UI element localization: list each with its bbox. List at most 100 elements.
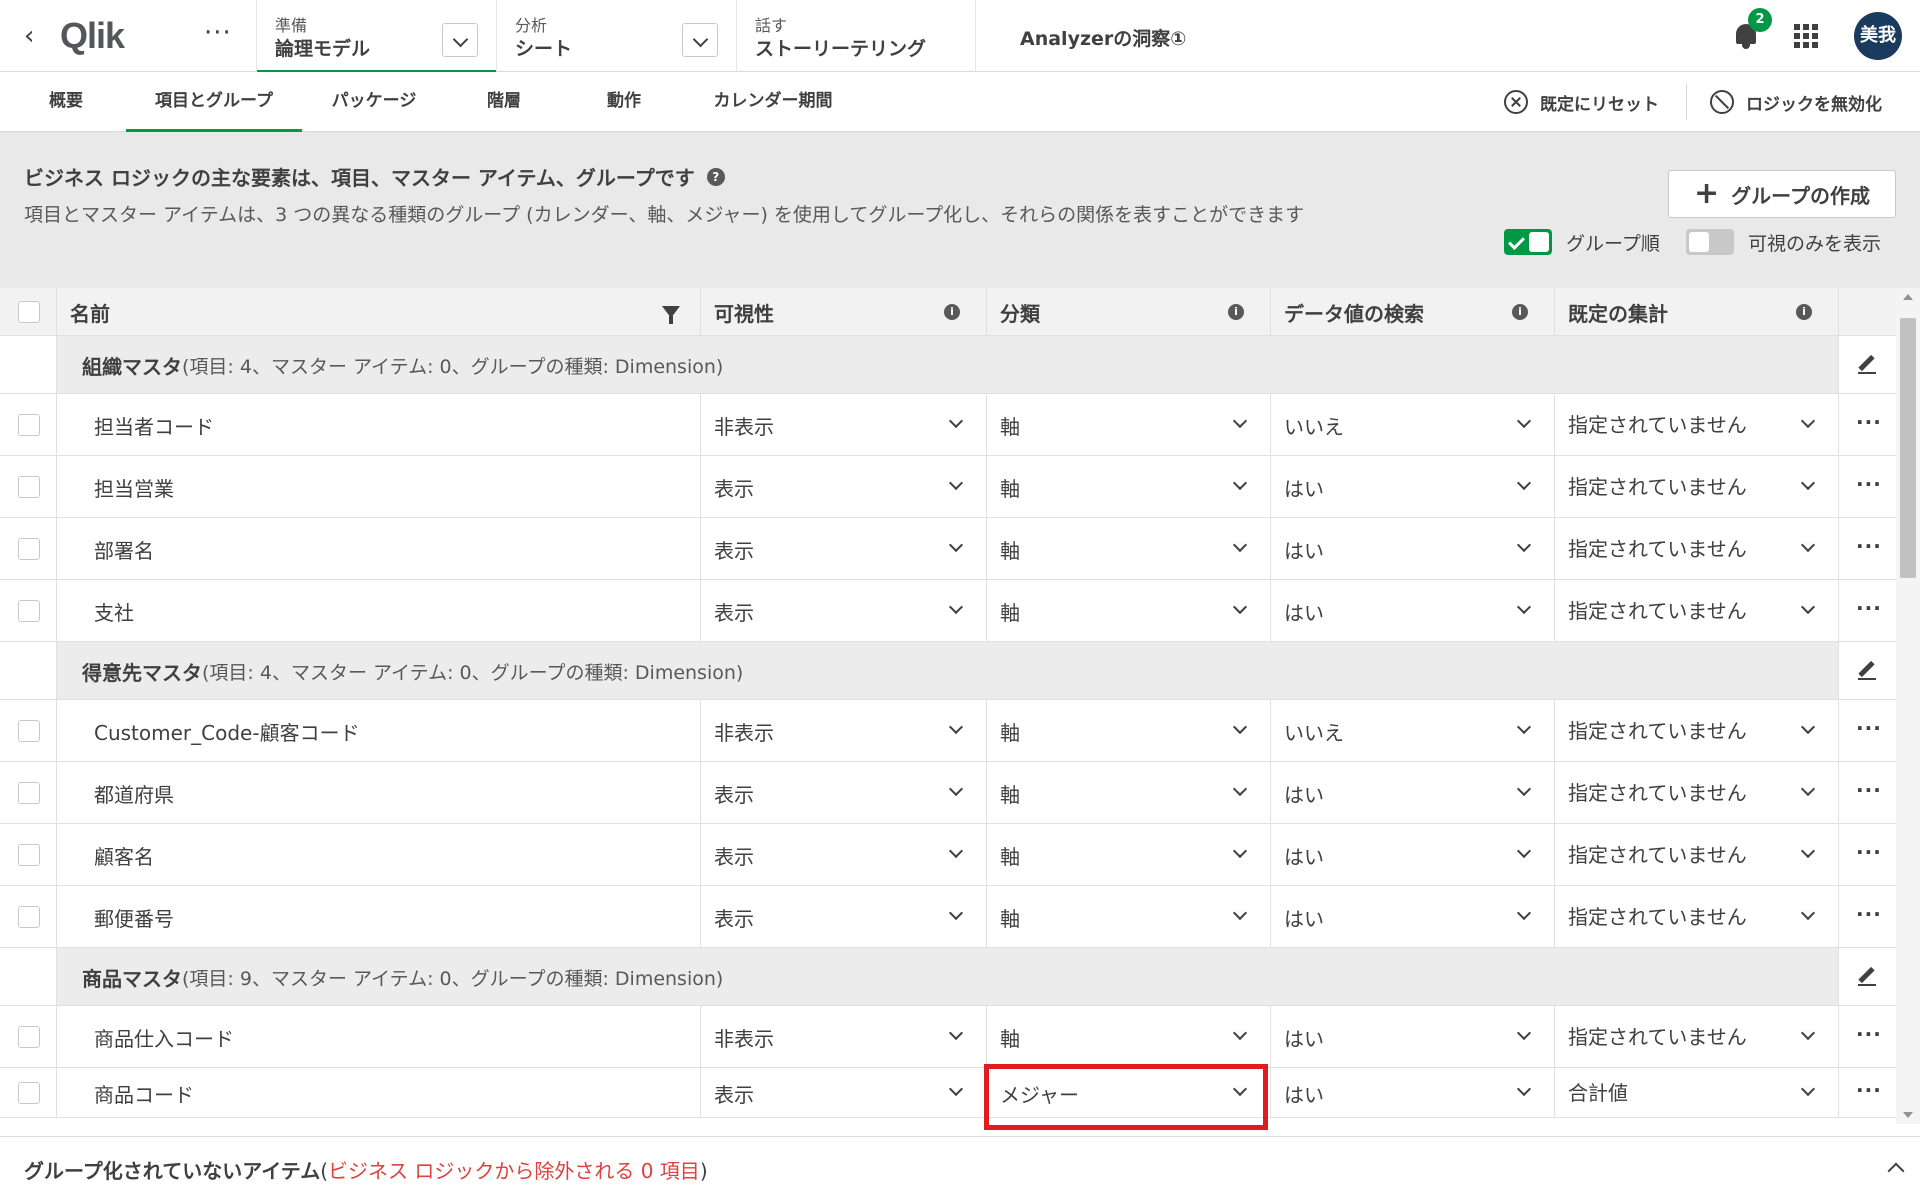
- apps-grid-icon[interactable]: [1794, 24, 1818, 48]
- aggregation-dropdown[interactable]: 指定されていません: [1568, 824, 1752, 886]
- visibility-dropdown[interactable]: 非表示: [714, 394, 986, 456]
- visibility-dropdown[interactable]: 非表示: [714, 700, 986, 762]
- aggregation-dropdown[interactable]: 指定されていません: [1568, 762, 1752, 824]
- chevron-down-icon[interactable]: [1800, 719, 1816, 735]
- search-dropdown[interactable]: はい: [1284, 1068, 1554, 1118]
- col-header-visibility[interactable]: 可視性: [714, 288, 774, 336]
- search-dropdown[interactable]: はい: [1284, 886, 1554, 948]
- tab-hierarchies[interactable]: 階層: [462, 72, 546, 132]
- col-header-aggregation[interactable]: 既定の集計: [1568, 288, 1668, 336]
- visibility-dropdown[interactable]: 非表示: [714, 1006, 986, 1068]
- scroll-down-arrow-icon[interactable]: [1903, 1112, 1913, 1118]
- category-dropdown[interactable]: 軸: [1000, 456, 1270, 518]
- info-icon[interactable]: i: [1796, 304, 1812, 320]
- visibility-dropdown[interactable]: 表示: [714, 886, 986, 948]
- visible-only-switch[interactable]: [1686, 229, 1734, 255]
- chevron-down-icon[interactable]: [1800, 1025, 1816, 1041]
- chevron-down-icon[interactable]: [1800, 905, 1816, 921]
- search-dropdown[interactable]: はい: [1284, 518, 1554, 580]
- row-checkbox[interactable]: [18, 844, 40, 866]
- search-dropdown[interactable]: はい: [1284, 1006, 1554, 1068]
- category-dropdown[interactable]: 軸: [1000, 824, 1270, 886]
- aggregation-dropdown[interactable]: 指定されていません: [1568, 886, 1752, 948]
- row-checkbox[interactable]: [18, 906, 40, 928]
- more-options-icon[interactable]: ···: [1856, 596, 1882, 620]
- back-arrow-icon[interactable]: ‹: [24, 22, 48, 50]
- info-icon[interactable]: i: [944, 304, 960, 320]
- more-options-icon[interactable]: ···: [1856, 472, 1882, 496]
- chevron-up-icon[interactable]: [1887, 1162, 1905, 1180]
- row-checkbox[interactable]: [18, 476, 40, 498]
- col-header-search[interactable]: データ値の検索: [1284, 288, 1424, 336]
- create-group-button[interactable]: + グループの作成: [1668, 170, 1896, 218]
- info-icon[interactable]: i: [1228, 304, 1244, 320]
- row-checkbox[interactable]: [18, 720, 40, 742]
- ungrouped-items-bar[interactable]: グループ化されていないアイテム(ビジネス ロジックから除外される 0 項目): [0, 1136, 1920, 1198]
- aggregation-dropdown[interactable]: 指定されていません: [1568, 518, 1752, 580]
- more-options-icon[interactable]: ···: [1856, 840, 1882, 864]
- group-order-toggle[interactable]: グループ順: [1504, 228, 1660, 256]
- edit-pencil-icon[interactable]: [1858, 968, 1876, 986]
- stage-dropdown-button[interactable]: [442, 23, 478, 57]
- search-dropdown[interactable]: はい: [1284, 762, 1554, 824]
- tab-fields-groups[interactable]: 項目とグループ: [126, 72, 302, 132]
- aggregation-dropdown[interactable]: 指定されていません: [1568, 394, 1752, 456]
- visibility-dropdown[interactable]: 表示: [714, 824, 986, 886]
- aggregation-dropdown[interactable]: 指定されていません: [1568, 1006, 1752, 1068]
- chevron-down-icon[interactable]: [1800, 475, 1816, 491]
- more-options-icon[interactable]: ···: [1856, 1078, 1882, 1102]
- category-dropdown[interactable]: 軸: [1000, 518, 1270, 580]
- row-checkbox[interactable]: [18, 538, 40, 560]
- row-checkbox[interactable]: [18, 782, 40, 804]
- chevron-down-icon[interactable]: [1800, 537, 1816, 553]
- scroll-thumb[interactable]: [1900, 318, 1916, 578]
- avatar[interactable]: 美我: [1854, 12, 1902, 60]
- more-options-icon[interactable]: ···: [1856, 778, 1882, 802]
- reset-to-default-button[interactable]: 既定にリセット: [1504, 88, 1659, 116]
- qlik-logo[interactable]: Qlik: [60, 14, 125, 58]
- chevron-down-icon[interactable]: [1800, 843, 1816, 859]
- category-dropdown[interactable]: 軸: [1000, 1006, 1270, 1068]
- tab-behaviors[interactable]: 動作: [582, 72, 666, 132]
- col-header-category[interactable]: 分類: [1000, 288, 1040, 336]
- select-all-checkbox[interactable]: [18, 301, 40, 323]
- search-dropdown[interactable]: いいえ: [1284, 394, 1554, 456]
- visibility-dropdown[interactable]: 表示: [714, 456, 986, 518]
- more-menu-icon[interactable]: ···: [204, 18, 232, 48]
- aggregation-dropdown[interactable]: 指定されていません: [1568, 580, 1752, 642]
- table-scrollbar[interactable]: [1896, 288, 1920, 1124]
- aggregation-dropdown[interactable]: 指定されていません: [1568, 700, 1752, 762]
- visibility-dropdown[interactable]: 表示: [714, 518, 986, 580]
- aggregation-dropdown[interactable]: 指定されていません: [1568, 456, 1752, 518]
- stage-narrate[interactable]: 話す ストーリーテリング: [736, 0, 976, 72]
- visibility-dropdown[interactable]: 表示: [714, 580, 986, 642]
- row-checkbox[interactable]: [18, 1026, 40, 1048]
- tab-calendar-periods[interactable]: カレンダー期間: [700, 72, 846, 132]
- disable-logic-button[interactable]: ロジックを無効化: [1710, 88, 1882, 116]
- scroll-up-arrow-icon[interactable]: [1903, 294, 1913, 300]
- stage-analyze[interactable]: 分析 シート: [496, 0, 736, 72]
- search-dropdown[interactable]: いいえ: [1284, 700, 1554, 762]
- category-dropdown[interactable]: 軸: [1000, 886, 1270, 948]
- category-dropdown[interactable]: 軸: [1000, 394, 1270, 456]
- search-dropdown[interactable]: はい: [1284, 824, 1554, 886]
- category-dropdown[interactable]: 軸: [1000, 762, 1270, 824]
- chevron-down-icon[interactable]: [1800, 1081, 1816, 1097]
- more-options-icon[interactable]: ···: [1856, 716, 1882, 740]
- group-order-switch[interactable]: [1504, 229, 1552, 255]
- tab-overview[interactable]: 概要: [32, 72, 100, 132]
- tab-packages[interactable]: パッケージ: [316, 72, 432, 132]
- filter-icon[interactable]: [662, 306, 680, 324]
- more-options-icon[interactable]: ···: [1856, 410, 1882, 434]
- visibility-dropdown[interactable]: 表示: [714, 762, 986, 824]
- visible-only-toggle[interactable]: 可視のみを表示: [1686, 228, 1881, 256]
- chevron-down-icon[interactable]: [1800, 413, 1816, 429]
- aggregation-dropdown[interactable]: 合計値: [1568, 1068, 1752, 1118]
- row-checkbox[interactable]: [18, 1082, 40, 1104]
- chevron-down-icon[interactable]: [1800, 781, 1816, 797]
- search-dropdown[interactable]: はい: [1284, 580, 1554, 642]
- stage-prepare[interactable]: 準備 論理モデル: [256, 0, 496, 73]
- search-dropdown[interactable]: はい: [1284, 456, 1554, 518]
- visibility-dropdown[interactable]: 表示: [714, 1068, 986, 1118]
- edit-pencil-icon[interactable]: [1858, 356, 1876, 374]
